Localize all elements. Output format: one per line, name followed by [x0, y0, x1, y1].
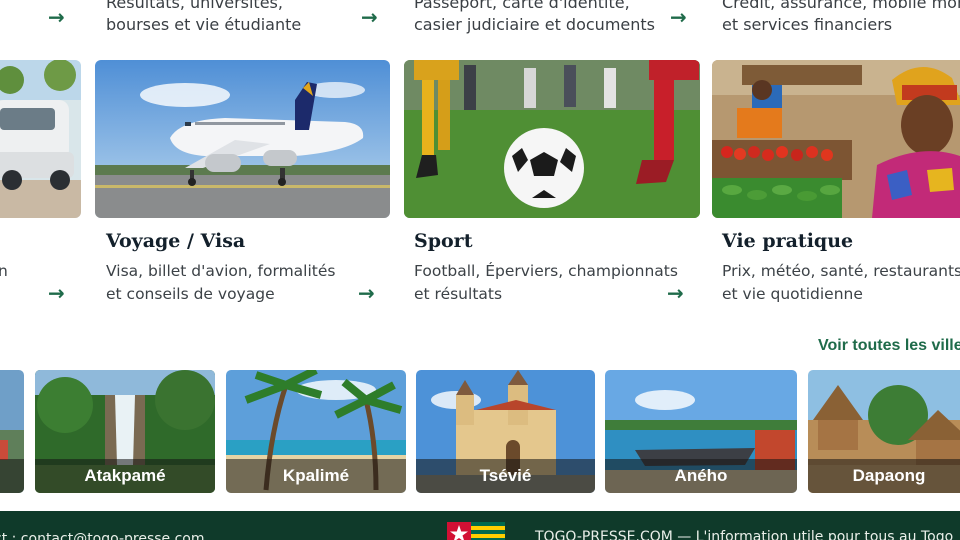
card-image-airplane[interactable] — [95, 60, 390, 218]
card-desc-line: n — [0, 262, 8, 280]
city-label: Aného — [605, 459, 797, 493]
card-desc-line: et vie quotidienne — [722, 285, 863, 303]
category-desc-line: bourses et vie étudiante — [106, 15, 302, 34]
city-card-kpalime[interactable]: Kpalimé — [226, 370, 406, 493]
see-all-cities-link[interactable]: Voir toutes les villes — [818, 337, 960, 355]
category-desc-line: Crédit, assurance, mobile money — [722, 0, 960, 12]
category-desc-line: Passeport, carte d'identité, — [414, 0, 630, 12]
card-title-sport[interactable]: Sport — [414, 230, 472, 252]
card-desc-line: et conseils de voyage — [106, 285, 275, 303]
card-desc-line: Prix, météo, santé, restaurants — [722, 262, 960, 280]
card-desc-line: Visa, billet d'avion, formalités — [106, 262, 336, 280]
arrow-right-icon[interactable]: → — [48, 7, 65, 27]
card-desc-cars: n — [0, 260, 8, 283]
city-label — [0, 459, 24, 493]
city-label: Kpalimé — [226, 459, 406, 493]
city-card-aneho[interactable]: Aného — [605, 370, 797, 493]
category-desc-line: casier judiciaire et documents — [414, 15, 655, 34]
category-desc-line: et services financiers — [722, 15, 893, 34]
category-desc-documents: Passeport, carte d'identité, casier judi… — [414, 0, 655, 36]
card-desc-line: et résultats — [414, 285, 503, 303]
city-card[interactable] — [0, 370, 24, 493]
card-image-market[interactable] — [712, 60, 960, 218]
city-label: Dapaong — [808, 459, 960, 493]
card-title-voyage[interactable]: Voyage / Visa — [106, 230, 245, 252]
arrow-right-icon[interactable]: → — [667, 283, 684, 303]
arrow-right-icon[interactable]: → — [670, 7, 687, 27]
category-desc-studies: Résultats, universités, bourses et vie é… — [106, 0, 301, 36]
card-desc-sport: Football, Éperviers, championnats et rés… — [414, 260, 678, 306]
footer-contact[interactable]: ct : contact@togo-presse.com — [0, 531, 205, 540]
top-category-row: Résultats, universités, bourses et vie é… — [0, 0, 960, 40]
footer-tagline: TOGO-PRESSE.COM — L'information utile po… — [535, 529, 954, 540]
city-card-atakpame[interactable]: Atakpamé — [35, 370, 215, 493]
arrow-right-icon[interactable]: → — [48, 283, 65, 303]
card-desc-vie-pratique: Prix, météo, santé, restaurants et vie q… — [722, 260, 960, 306]
arrow-right-icon[interactable]: → — [361, 7, 378, 27]
arrow-right-icon[interactable]: → — [358, 283, 375, 303]
city-label: Atakpamé — [35, 459, 215, 493]
category-desc-line: Résultats, universités, — [106, 0, 283, 12]
card-image-football[interactable] — [404, 60, 700, 218]
city-card-tsevie[interactable]: Tsévié — [416, 370, 595, 493]
card-desc-line: Football, Éperviers, championnats — [414, 262, 678, 280]
city-label: Tsévié — [416, 459, 595, 493]
togo-flag-icon — [447, 522, 505, 540]
card-image-cars[interactable] — [0, 60, 81, 218]
city-card-dapaong[interactable]: Dapaong — [808, 370, 960, 493]
footer: ct : contact@togo-presse.com TOGO-PRESSE… — [0, 511, 960, 540]
card-desc-voyage: Visa, billet d'avion, formalités et cons… — [106, 260, 335, 306]
card-title-vie-pratique[interactable]: Vie pratique — [722, 230, 853, 252]
category-desc-finance: Crédit, assurance, mobile money et servi… — [722, 0, 960, 36]
